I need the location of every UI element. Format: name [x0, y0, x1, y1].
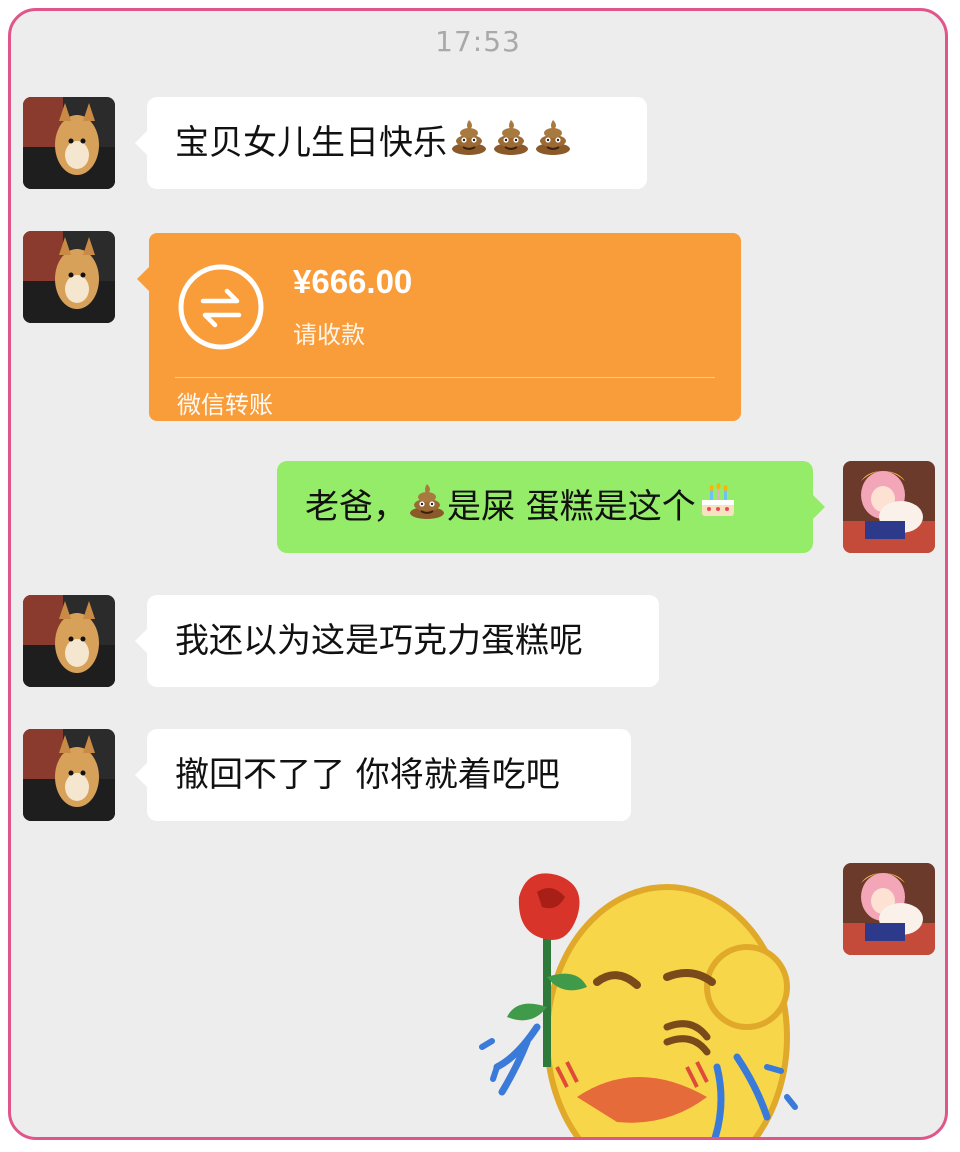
transfer-card[interactable]: ¥666.00 请收款 微信转账 [137, 233, 741, 421]
message-text: 宝贝女儿生日快乐 [175, 123, 447, 163]
message-text: 撤回不了了 你将就着吃吧 [175, 755, 560, 795]
chat-screen: 17:53 宝贝女儿生日快乐 ¥666.00 请收款 微信转账 老爸， 是屎 蛋糕… [8, 8, 948, 1140]
poop-icon [449, 99, 489, 191]
message-bubble-reply[interactable]: 老爸， 是屎 蛋糕是这个 [277, 461, 825, 555]
avatar-dad[interactable] [23, 231, 115, 323]
message-text: 我还以为这是巧克力蛋糕呢 [175, 621, 583, 661]
poop-icon [533, 99, 573, 191]
transfer-label: 微信转账 [177, 391, 273, 419]
message-text-after: 是屎 蛋糕是这个 [447, 487, 696, 527]
transfer-amount: ¥666.00 [293, 263, 413, 300]
birthday-cake-icon [698, 463, 738, 555]
crying-face-with-rose-sticker[interactable] [467, 867, 827, 1137]
message-bubble-birthday[interactable]: 宝贝女儿生日快乐 [135, 97, 647, 191]
avatar-me[interactable] [843, 461, 935, 553]
message-bubble-chocolate[interactable]: 我还以为这是巧克力蛋糕呢 [135, 595, 659, 687]
transfer-status: 请收款 [293, 321, 365, 349]
message-text-before: 老爸， [305, 487, 407, 527]
divider [175, 377, 715, 378]
avatar-me[interactable] [843, 863, 935, 955]
avatar-dad[interactable] [23, 729, 115, 821]
transfer-arrows-icon [177, 263, 265, 351]
poop-icon [407, 463, 447, 555]
message-bubble-recall[interactable]: 撤回不了了 你将就着吃吧 [135, 729, 631, 821]
avatar-dad[interactable] [23, 97, 115, 189]
avatar-dad[interactable] [23, 595, 115, 687]
poop-icon [491, 99, 531, 191]
timestamp: 17:53 [435, 25, 521, 58]
